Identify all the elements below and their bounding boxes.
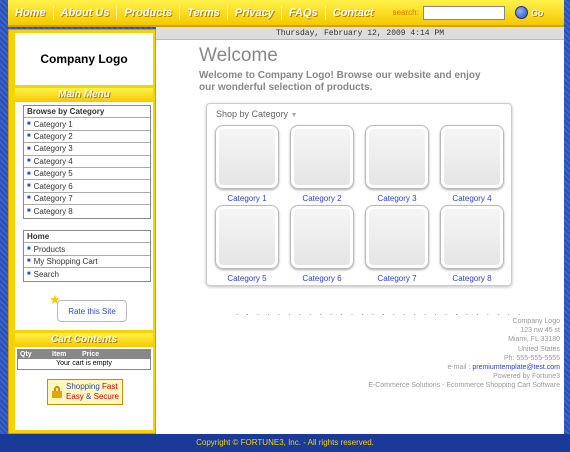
category-list: Browse by Category ■ Category 1 ■ Category… [23,105,151,219]
sidebar-category-3[interactable]: ■ Category 3 [24,143,150,156]
main-menu-header: Main Menu [15,88,153,102]
search-label: search: [392,8,419,17]
bullet-icon: ■ [27,170,31,177]
cart-col-price: Price [82,351,100,358]
bullet-icon: ■ [27,195,31,202]
footer-powered[interactable]: Powered by Fortune3 [368,372,560,381]
sidebar-category-6[interactable]: ■ Category 6 [24,180,150,193]
category-link[interactable]: Category 1 [215,194,279,203]
globe-icon [514,6,528,19]
page-title: Welcome [199,45,278,66]
lock-icon [52,386,62,398]
sidebar-link-search[interactable]: ■ Search [24,268,150,280]
category-image[interactable] [290,205,354,269]
bullet-icon: ■ [27,133,31,140]
go-label: Go [530,7,544,18]
category-link[interactable]: Category 4 [440,194,504,203]
category-image[interactable] [215,205,279,269]
welcome-text: Welcome to Company Logo! Browse our webs… [199,70,481,93]
footer-company: Company Logo [512,318,560,325]
category-card-2[interactable]: Category 2 [290,125,354,203]
company-logo[interactable]: Company Logo [15,33,153,85]
search-input[interactable] [422,5,505,20]
category-card-7[interactable]: Category 7 [365,205,429,283]
sidebar-category-8[interactable]: ■ Category 8 [24,205,150,217]
sidebar-category-5[interactable]: ■ Category 5 [24,168,150,181]
secure-text: Shopping Fast Easy & Secure [66,382,119,401]
category-image[interactable] [290,125,354,189]
sidebar-link-products[interactable]: ■ Products [24,243,150,256]
sidebar-category-4[interactable]: ■ Category 4 [24,156,150,168]
cart-table: Qty Item Price Your cart is empty [17,349,151,370]
category-link[interactable]: Category 6 [290,274,354,283]
cart-contents-header: Cart Contents [15,333,153,347]
category-image[interactable] [365,205,429,269]
secure-shopping-badge: Shopping Fast Easy & Secure [47,379,123,405]
footer-city: Miami, FL 33180 [508,336,560,344]
nav-terms[interactable]: Terms [180,5,228,20]
bullet-icon: ■ [27,208,31,215]
sidebar: Company Logo Main Menu Browse by Categor… [8,29,156,434]
category-image[interactable] [440,125,504,189]
sidebar-category-1[interactable]: ■ Category 1 [24,118,150,131]
footer-phone: Ph: 555-555-5555 [503,354,560,362]
bullet-icon: ■ [27,145,31,152]
nav-home[interactable]: Home [8,5,54,20]
category-link[interactable]: Category 2 [290,194,354,203]
category-image[interactable] [440,205,504,269]
shop-by-category-title[interactable]: Shop by Category ▼ [216,109,298,119]
cart-table-header: Qty Item Price [18,350,150,359]
category-link[interactable]: Category 5 [215,274,279,283]
bullet-icon: ■ [27,258,31,265]
category-link[interactable]: Category 3 [365,194,429,203]
nav-privacy[interactable]: Privacy [228,5,282,20]
logo-text: Company Logo [40,52,128,66]
category-card-8[interactable]: Category 8 [440,205,504,283]
shop-by-category-panel: Shop by Category ▼ Category 1 Category 2… [206,103,512,286]
category-link[interactable]: Category 7 [365,274,429,283]
nav-faqs[interactable]: FAQs [282,5,326,20]
nav-contact[interactable]: Contact [326,6,381,20]
nav-products[interactable]: Products [117,5,181,20]
category-image[interactable] [365,125,429,189]
footer-solutions[interactable]: E-Commerce Solutions - Ecommerce Shoppin… [368,381,560,390]
nav-about-us[interactable]: About Us [54,5,118,20]
category-card-4[interactable]: Category 4 [440,125,504,203]
date-bar: Thursday, February 12, 2009 4:14 PM [156,27,564,40]
chevron-down-icon: ▼ [290,112,298,119]
main-menu-panel: Browse by Category ■ Category 1 ■ Category… [15,102,153,330]
browse-by-category-heading: Browse by Category [24,106,150,119]
bullet-icon: ■ [27,158,31,165]
dotted-divider: . . . . . . . . . . . . . . . . . . . . … [236,308,524,317]
main-content: Thursday, February 12, 2009 4:14 PM Welc… [156,27,564,434]
bullet-icon: ■ [27,121,31,128]
cart-col-item: Item [52,351,67,358]
link-list: Home ■ Products ■ My Shopping Cart ■ Search [23,230,151,282]
page-frame: Home About Us Products Terms Privacy FAQ… [8,0,564,452]
category-link[interactable]: Category 8 [440,274,504,283]
copyright-bar: Copyright © FORTUNE3, Inc. - All rights … [0,434,570,452]
category-card-3[interactable]: Category 3 [365,125,429,203]
footer-street: 123 nw 45 st [520,327,560,335]
footer-country: United States [517,345,560,353]
category-card-1[interactable]: Category 1 [215,125,279,203]
cart-empty-message: Your cart is empty [56,360,112,367]
rate-site-button[interactable]: Rate this Site [57,300,127,322]
bullet-icon: ■ [27,183,31,190]
sidebar-category-2[interactable]: ■ Category 2 [24,131,150,144]
sidebar-category-7[interactable]: ■ Category 7 [24,193,150,206]
category-image[interactable] [215,125,279,189]
go-button[interactable]: Go [514,6,544,19]
sidebar-link-home[interactable]: Home [24,231,150,244]
bullet-icon: ■ [27,246,31,253]
cart-col-qty: Qty [20,351,32,358]
sidebar-link-cart[interactable]: ■ My Shopping Cart [24,256,150,269]
category-card-6[interactable]: Category 6 [290,205,354,283]
footer-email-row: e-mail : premiumtemplate@test.com [447,364,560,372]
footer-contact-info: Company Logo 123 nw 45 st Miami, FL 3318… [368,317,560,391]
footer-email-link[interactable]: premiumtemplate@test.com [472,364,560,371]
category-card-5[interactable]: Category 5 [215,205,279,283]
top-navigation: Home About Us Products Terms Privacy FAQ… [8,0,564,27]
bullet-icon: ■ [27,271,31,278]
